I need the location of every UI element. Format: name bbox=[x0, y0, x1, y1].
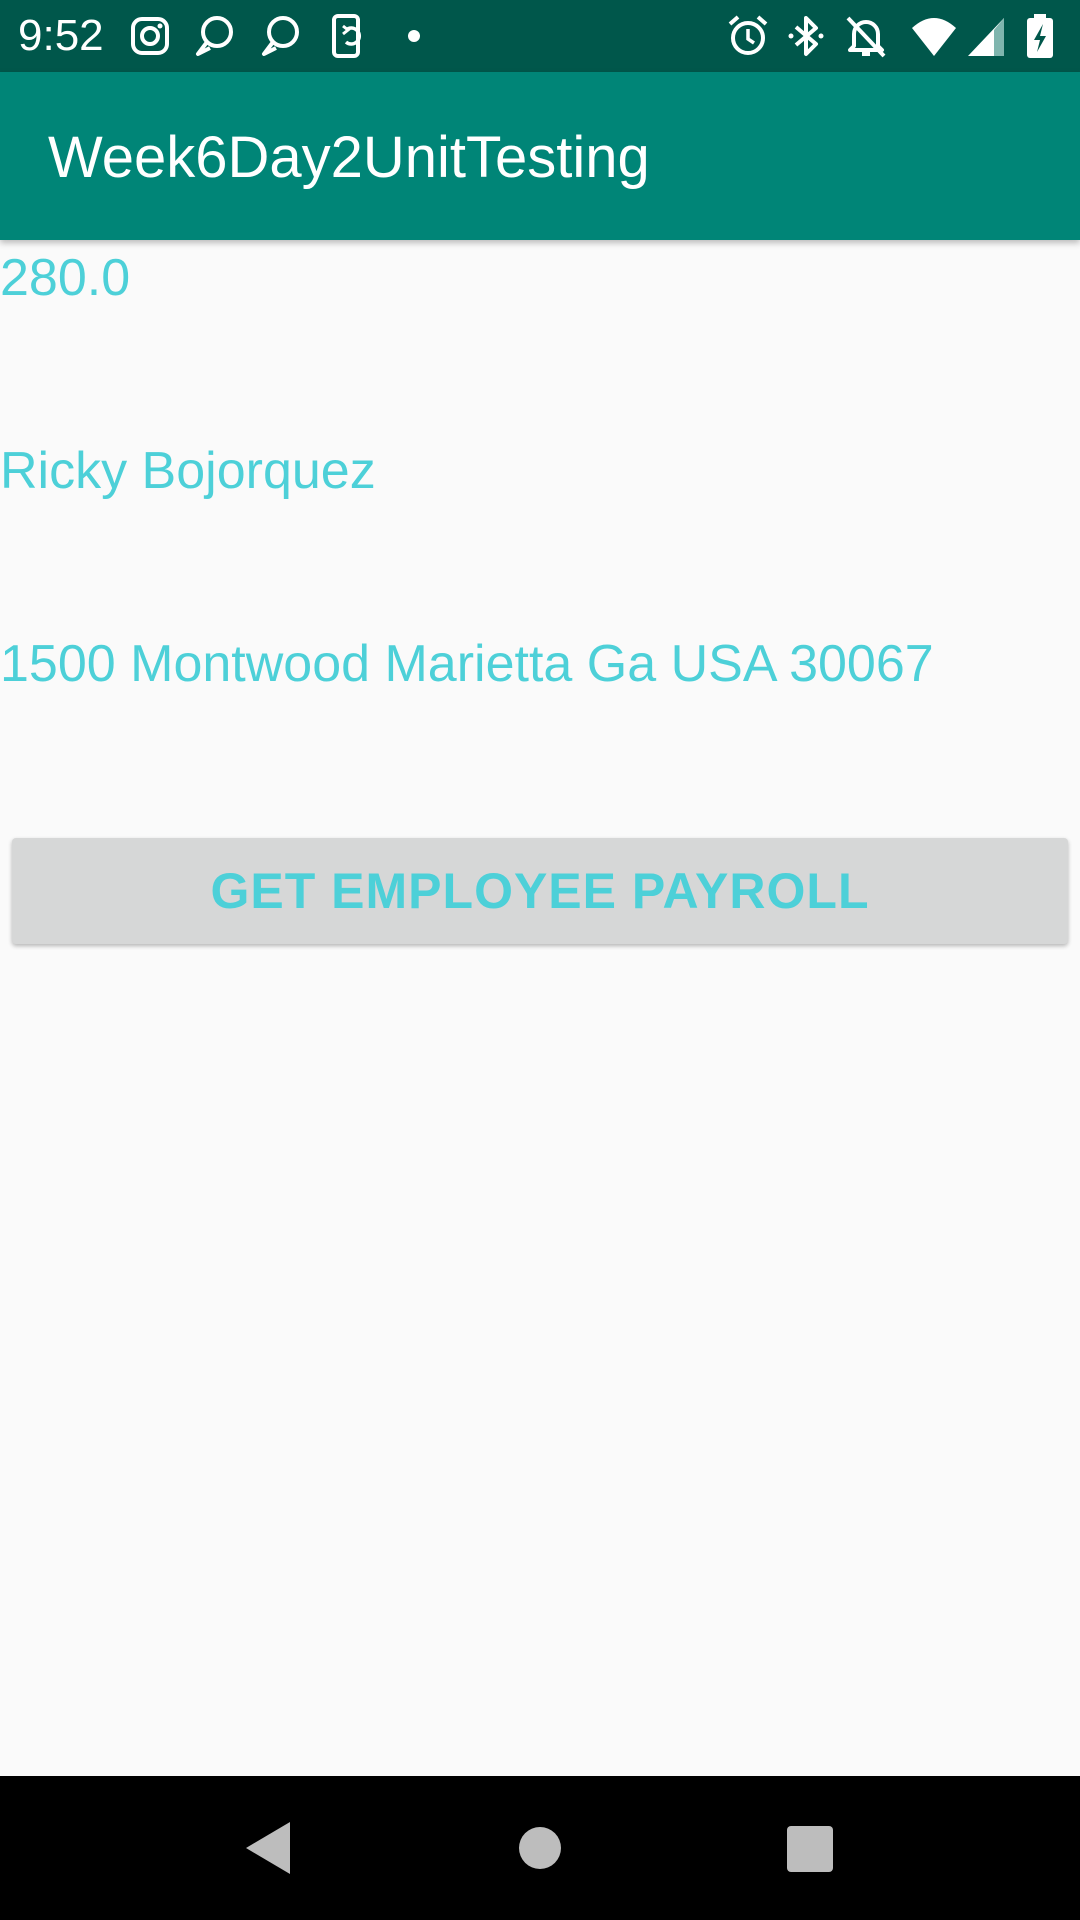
home-icon[interactable] bbox=[500, 1808, 580, 1888]
status-time: 9:52 bbox=[18, 11, 104, 60]
navigation-bar bbox=[0, 1776, 1080, 1920]
dot-icon bbox=[390, 12, 438, 60]
app-bar: Week6Day2UnitTesting bbox=[0, 72, 1080, 240]
cellular-signal-icon bbox=[964, 12, 1012, 60]
recents-icon[interactable] bbox=[769, 1808, 849, 1888]
app-title: Week6Day2UnitTesting bbox=[48, 125, 650, 190]
employee-address-text: 1500 Montwood Marietta Ga USA 30067 bbox=[0, 635, 934, 693]
phone-sync-icon bbox=[326, 12, 374, 60]
pay-amount-text: 280.0 bbox=[0, 249, 131, 307]
employee-name-text: Ricky Bojorquez bbox=[0, 442, 376, 500]
notifications-off-icon bbox=[842, 12, 890, 60]
get-employee-payroll-button[interactable]: GET EMPLOYEE PAYROLL bbox=[12, 838, 1068, 944]
chat-bubble-icon bbox=[190, 12, 238, 60]
wifi-icon bbox=[910, 12, 958, 60]
screen: 9:52 Week6Day2UnitTesting 280.0 Ricky Bo… bbox=[0, 0, 1080, 1920]
bluetooth-icon bbox=[782, 12, 830, 60]
chat-bubble-icon bbox=[256, 12, 304, 60]
back-icon[interactable] bbox=[228, 1808, 308, 1888]
battery-charging-icon bbox=[1016, 12, 1064, 60]
instagram-icon bbox=[126, 12, 174, 60]
status-bar: 9:52 bbox=[0, 0, 1080, 72]
alarm-icon bbox=[724, 12, 772, 60]
